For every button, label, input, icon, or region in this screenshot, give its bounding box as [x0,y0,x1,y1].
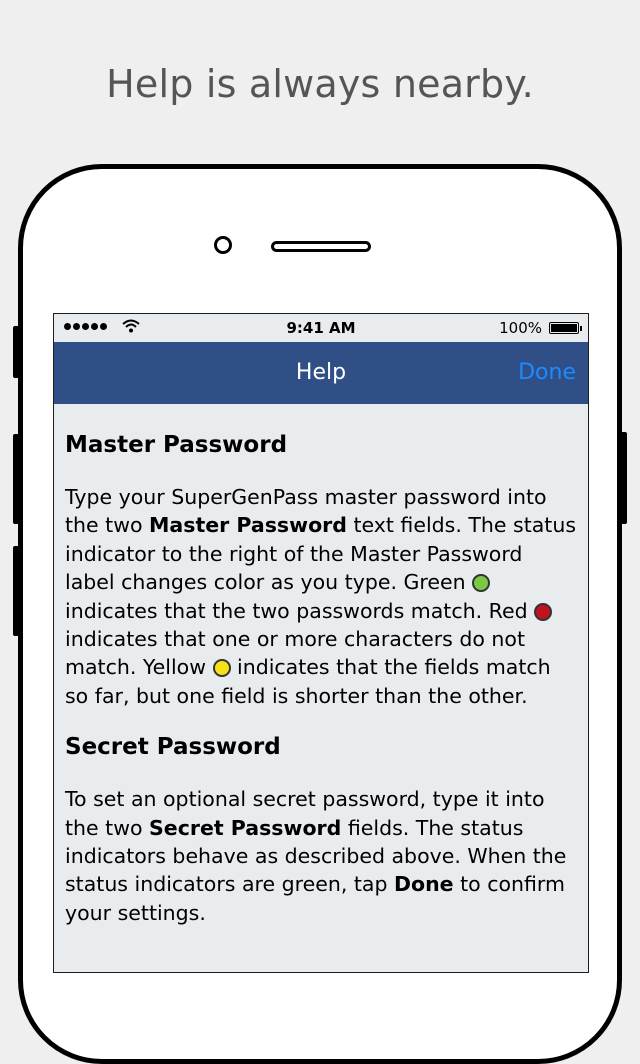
status-bar: 9:41 AM 100% [54,314,588,342]
side-button-volume-up [13,434,19,524]
phone-screen: 9:41 AM 100% Help Done Master Password T… [53,313,589,973]
nav-title: Help [295,360,347,385]
section-body: Type your SuperGenPass master password i… [65,485,577,708]
battery-tip [580,326,582,331]
green-indicator-icon [472,574,491,593]
battery-icon [549,322,579,334]
battery-percent: 100% [499,319,542,337]
speaker [271,241,371,252]
navigation-bar: Help Done [54,342,588,404]
side-button-mute [13,326,19,378]
section-body: To set an optional secret password, type… [65,787,567,925]
yellow-indicator-icon [212,659,231,678]
help-content: Master Password Type your SuperGenPass m… [54,404,588,927]
side-button-power [621,432,627,524]
side-button-volume-down [13,546,19,636]
section-heading: Secret Password [65,734,281,761]
red-indicator-icon [534,602,553,621]
camera [214,236,232,254]
section-heading: Master Password [65,432,288,458]
done-button[interactable]: Done [518,360,576,385]
headline: Help is always nearby. [106,62,534,106]
